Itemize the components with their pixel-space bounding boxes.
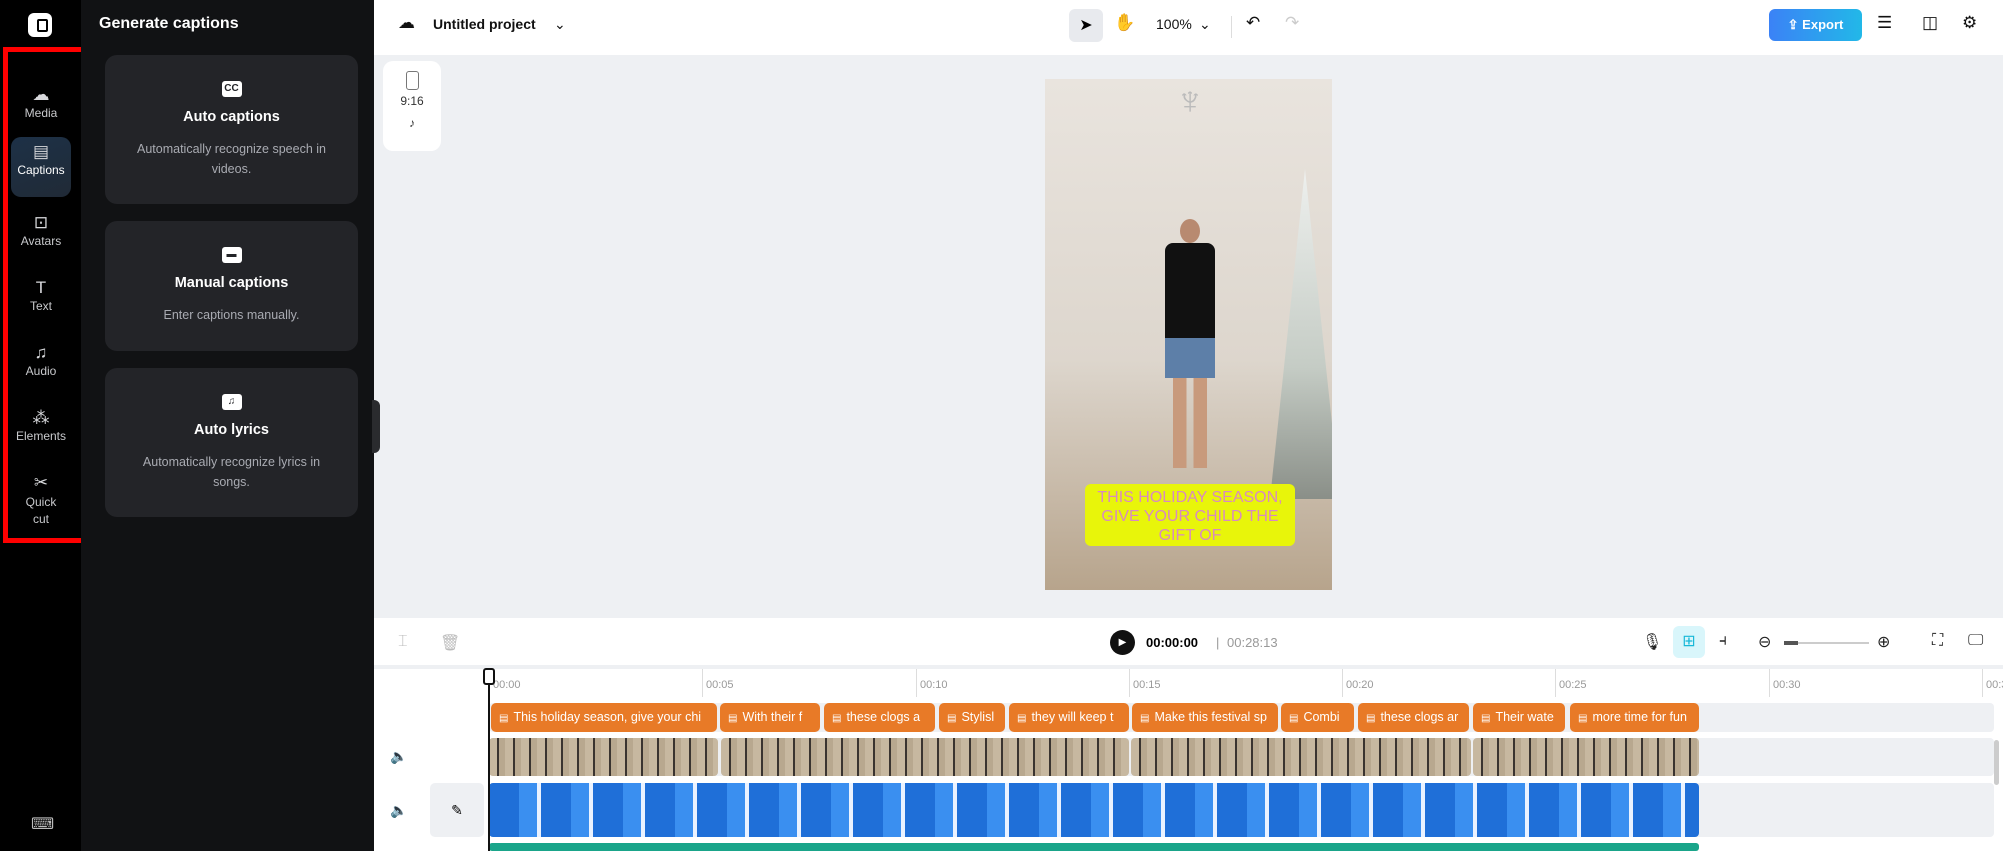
chandelier-image: ♆	[1175, 79, 1205, 123]
nav-elements[interactable]: ⁂ Elements	[11, 403, 71, 463]
ruler-tick: 00:20	[1342, 669, 1374, 697]
caption-clip[interactable]: ▤ Stylisl	[939, 703, 1005, 732]
edit-cover-icon[interactable]: ✎	[430, 783, 484, 837]
undo-icon[interactable]: ↶	[1246, 13, 1260, 33]
aspect-ratio-card[interactable]: 9:16 ♪	[383, 61, 441, 151]
captions-icon: ▤	[32, 142, 50, 161]
auto-lyrics-card[interactable]: ♫ Auto lyrics Automatically recognize lyri…	[105, 368, 358, 517]
volume-icon[interactable]: 🔈	[390, 748, 407, 765]
nav-media[interactable]: ☁ Media	[11, 80, 71, 140]
divider	[1231, 16, 1232, 38]
keyboard-icon[interactable]: ⌨	[31, 814, 54, 834]
cloud-upload-icon: ☁	[32, 85, 50, 104]
nav-avatars[interactable]: ⊡ Avatars	[11, 208, 71, 268]
ruler-tick: 00:35	[1982, 669, 2003, 697]
nav-quick-cut[interactable]: ✂ Quick cut	[11, 468, 71, 542]
nav-rail: ☁ Media ▤ Captions ⊡ Avatars T Text ♫ Audio ⁂…	[0, 0, 81, 851]
audio-clip[interactable]	[489, 843, 1699, 851]
export-button[interactable]: ⇪ Export	[1769, 9, 1862, 41]
chevron-down-icon[interactable]: ⌄	[1199, 16, 1211, 33]
caption-clip[interactable]: ▤ more time for fun	[1570, 703, 1699, 732]
nav-audio[interactable]: ♫ Audio	[11, 338, 71, 398]
zoom-in-icon[interactable]: ⊕	[1877, 632, 1890, 652]
lyrics-icon: ♫	[221, 394, 242, 410]
split-screen-icon[interactable]: ⫞	[1719, 632, 1727, 650]
caption-clip[interactable]: ▤ these clogs ar	[1358, 703, 1469, 732]
collapse-panel-handle[interactable]	[372, 400, 380, 453]
time-separator: |	[1216, 635, 1220, 650]
volume-icon[interactable]: 🔈	[390, 802, 407, 819]
nav-text[interactable]: T Text	[11, 273, 71, 333]
app-logo[interactable]	[28, 13, 52, 37]
caption-clip[interactable]: ▤ This holiday season, give your chi	[491, 703, 717, 732]
delete-icon[interactable]: 🗑	[440, 633, 460, 653]
panel-layout-icon[interactable]: ◫	[1922, 13, 1938, 33]
video-clip[interactable]	[1473, 738, 1699, 776]
chevron-down-icon[interactable]: ⌄	[554, 16, 566, 33]
elements-icon: ⁂	[32, 408, 50, 427]
panel-title: Generate captions	[99, 15, 239, 32]
caption-clip[interactable]: ▤ With their f	[720, 703, 820, 732]
timeline-scrollbar[interactable]	[1994, 740, 1999, 785]
caption-clip[interactable]: ▤ they will keep t	[1009, 703, 1129, 732]
fullscreen-icon[interactable]: ⛶	[1932, 632, 1943, 650]
cc-icon: CC	[221, 81, 242, 97]
zoom-select[interactable]: 100%	[1156, 16, 1192, 32]
select-tool-icon[interactable]: ➤	[1069, 9, 1103, 42]
zoom-slider[interactable]	[1784, 641, 1869, 645]
product-video-clips[interactable]	[489, 783, 1699, 837]
christmas-tree-image	[1270, 169, 1332, 499]
nav-captions[interactable]: ▤ Captions	[11, 137, 71, 197]
microphone-icon[interactable]: 🎙	[1642, 632, 1662, 652]
subtitle-icon: ▬	[221, 247, 242, 263]
current-time: 00:00:00	[1146, 635, 1199, 650]
caption-clip[interactable]: ▤ Combi	[1281, 703, 1354, 732]
playhead-handle[interactable]	[483, 668, 495, 685]
redo-icon[interactable]: ↷	[1285, 13, 1299, 33]
caption-overlay[interactable]: THIS HOLIDAY SEASON, GIVE YOUR CHILD THE…	[1085, 484, 1295, 546]
project-title[interactable]: Untitled project	[433, 16, 536, 32]
preview-monitor-icon[interactable]: 🖵	[1968, 632, 1983, 650]
magnet-snap-icon[interactable]: ⊞	[1673, 626, 1705, 658]
text-icon: T	[35, 278, 47, 297]
timeline-toolbar: ⌶ 🗑 ▶ 00:00:00 | 00:28:13 🎙 ⊞ ⫞ ⊖ ⊕ ⛶ 🖵	[374, 618, 2003, 667]
layers-icon[interactable]: ☰	[1877, 13, 1892, 33]
playhead[interactable]	[488, 669, 490, 851]
cloud-save-icon[interactable]: ☁	[398, 13, 415, 33]
video-preview[interactable]: ♆ THIS HOLIDAY SEASON, GIVE YOUR CHILD T…	[1045, 79, 1332, 590]
play-button[interactable]: ▶	[1110, 630, 1135, 655]
settings-icon[interactable]: ⚙	[1962, 13, 1977, 33]
ruler-tick: 00:15	[1129, 669, 1161, 697]
music-icon: ♫	[34, 343, 48, 362]
video-clip[interactable]	[489, 738, 718, 776]
avatar-icon: ⊡	[33, 213, 49, 232]
hand-tool-icon[interactable]: ✋	[1114, 13, 1135, 33]
ruler-tick: 00:10	[916, 669, 948, 697]
top-bar: ☁ Untitled project ⌄ ➤ ✋ 100% ⌄ ↶ ↷ ☰ ◫ …	[374, 0, 2003, 55]
manual-captions-card[interactable]: ▬ Manual captions Enter captions manually.	[105, 221, 358, 351]
tiktok-icon: ♪	[409, 116, 415, 130]
zoom-out-icon[interactable]: ⊖	[1758, 632, 1771, 652]
person-image	[1165, 219, 1215, 469]
video-clip[interactable]	[721, 738, 1129, 776]
captions-panel: Generate captions CC Auto captions Automat…	[81, 0, 374, 851]
auto-captions-card[interactable]: CC Auto captions Automatically recognize s…	[105, 55, 358, 204]
ruler-tick: 00:25	[1555, 669, 1587, 697]
total-duration: 00:28:13	[1227, 635, 1278, 650]
video-clip[interactable]	[1131, 738, 1471, 776]
caption-clip[interactable]: ▤ Their wate	[1473, 703, 1565, 732]
caption-clip[interactable]: ▤ these clogs a	[824, 703, 935, 732]
caption-clip[interactable]: ▤ Make this festival sp	[1132, 703, 1278, 732]
ruler-tick: 00:30	[1769, 669, 1801, 697]
ruler-tick: 00:05	[702, 669, 734, 697]
quick-cut-icon: ✂	[33, 473, 49, 492]
split-icon[interactable]: ⌶	[398, 633, 408, 651]
phone-icon	[405, 71, 419, 90]
